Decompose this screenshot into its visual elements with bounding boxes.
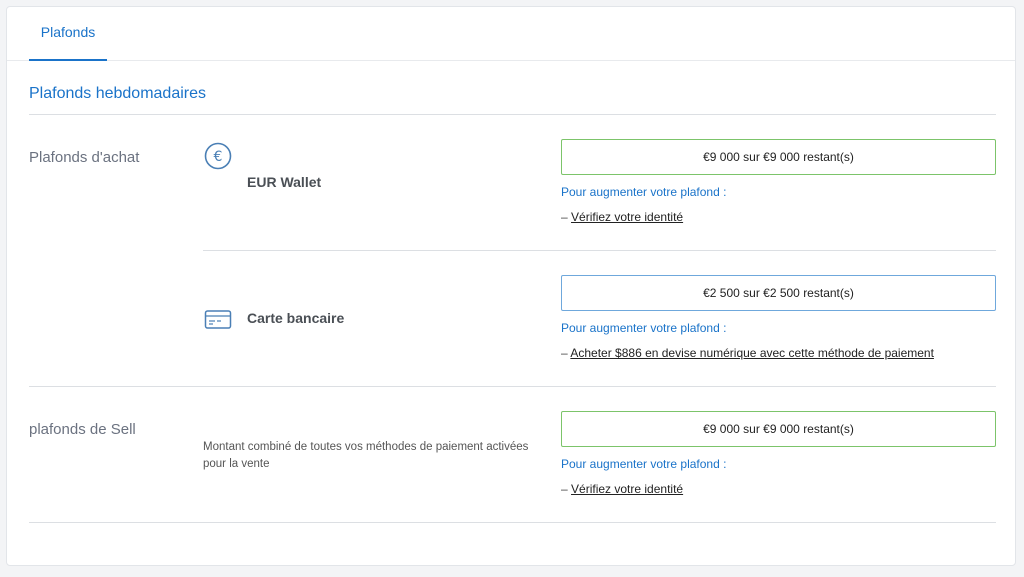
tab-bar: Plafonds	[7, 7, 1015, 61]
increase-label: Pour augmenter votre plafond :	[561, 321, 727, 335]
limits-card: Plafonds Plafonds hebdomadaires Plafonds…	[6, 6, 1016, 566]
purchase-limits-label: Plafonds d'achat	[29, 149, 140, 166]
increase-label: Pour augmenter votre plafond :	[561, 185, 727, 199]
section-title: Plafonds hebdomadaires	[29, 85, 207, 102]
divider	[29, 386, 996, 387]
dash: –	[561, 346, 568, 360]
tab-plafonds[interactable]: Plafonds	[29, 7, 107, 61]
credit-card-icon	[204, 309, 232, 331]
increase-label: Pour augmenter votre plafond :	[561, 457, 727, 471]
divider	[29, 522, 996, 523]
divider	[29, 114, 996, 115]
svg-text:€: €	[214, 149, 223, 165]
divider	[203, 250, 996, 251]
action-line: – Acheter $886 en devise numérique avec …	[561, 346, 934, 360]
sell-description: Montant combiné de toutes vos méthodes d…	[203, 441, 529, 470]
action-line: – Vérifiez votre identité	[561, 210, 683, 224]
limit-box-eur-wallet: €9 000 sur €9 000 restant(s)	[561, 139, 996, 175]
euro-coin-icon: €	[204, 142, 232, 170]
method-name-carte-bancaire: Carte bancaire	[247, 310, 345, 326]
action-line: – Vérifiez votre identité	[561, 482, 683, 496]
verify-identity-link[interactable]: Vérifiez votre identité	[571, 482, 683, 496]
limit-box-sell: €9 000 sur €9 000 restant(s)	[561, 411, 996, 447]
dash: –	[561, 482, 568, 496]
sell-limits-label: plafonds de Sell	[29, 421, 136, 438]
method-name-eur-wallet: EUR Wallet	[247, 174, 322, 190]
verify-identity-link[interactable]: Vérifiez votre identité	[571, 210, 683, 224]
limit-box-carte-bancaire: €2 500 sur €2 500 restant(s)	[561, 275, 996, 311]
dash: –	[561, 210, 568, 224]
buy-crypto-link[interactable]: Acheter $886 en devise numérique avec ce…	[570, 346, 934, 360]
